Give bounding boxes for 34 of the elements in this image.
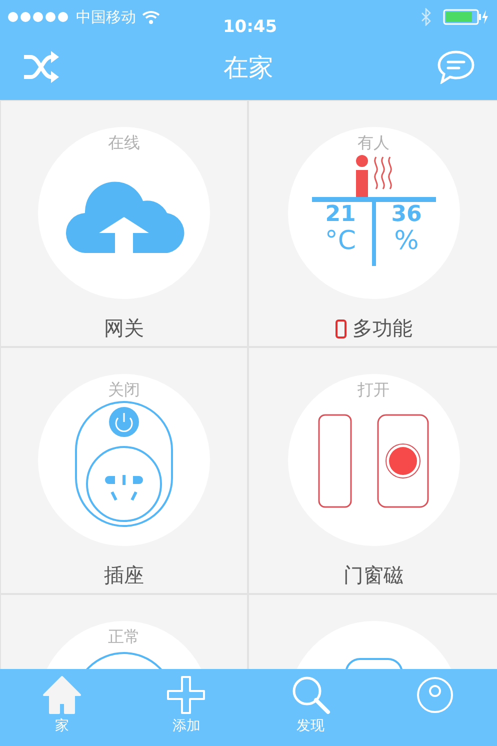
- plus-icon: [166, 675, 206, 715]
- device-tile[interactable]: 关闭 插座: [1, 348, 247, 593]
- nav-title: 在家: [224, 52, 274, 84]
- device-tile[interactable]: 打开 门窗磁: [249, 348, 497, 593]
- temperature-unit: °C: [324, 227, 356, 256]
- device-status: 在线: [108, 133, 140, 154]
- device-tile[interactable]: 有人 21 °C 36 % 多功能: [249, 101, 497, 346]
- wifi-icon: [142, 10, 160, 24]
- carrier-name: 中国移动: [76, 8, 136, 26]
- device-name: 插座: [104, 562, 144, 589]
- device-status: 关闭: [108, 380, 140, 401]
- battery-icon: [443, 9, 489, 25]
- profile-icon: [414, 675, 455, 715]
- temperature-value: 21: [325, 203, 356, 228]
- search-icon: [290, 675, 331, 715]
- message-icon[interactable]: [437, 50, 475, 84]
- status-time: 10:45: [222, 17, 278, 37]
- bluetooth-icon: [421, 8, 431, 26]
- cloud-upload-icon: [63, 179, 185, 253]
- device-tile[interactable]: 在线 网关: [1, 101, 247, 346]
- device-name: 多功能: [352, 315, 412, 342]
- device-status: 正常: [108, 627, 140, 648]
- device-name: 门窗磁: [344, 562, 404, 589]
- humidity-value: 36: [391, 203, 422, 228]
- signal-icon: [8, 12, 70, 22]
- shuffle-icon[interactable]: [22, 51, 60, 83]
- humidity-unit: %: [394, 227, 419, 256]
- device-status: 打开: [358, 380, 390, 401]
- device-status: 有人: [358, 133, 390, 154]
- presence-heat-icon: [354, 155, 394, 197]
- door-sensor-icon: [318, 414, 430, 510]
- device-name: 网关: [104, 315, 144, 342]
- home-icon: [42, 675, 82, 715]
- smart-plug-icon: [74, 400, 174, 528]
